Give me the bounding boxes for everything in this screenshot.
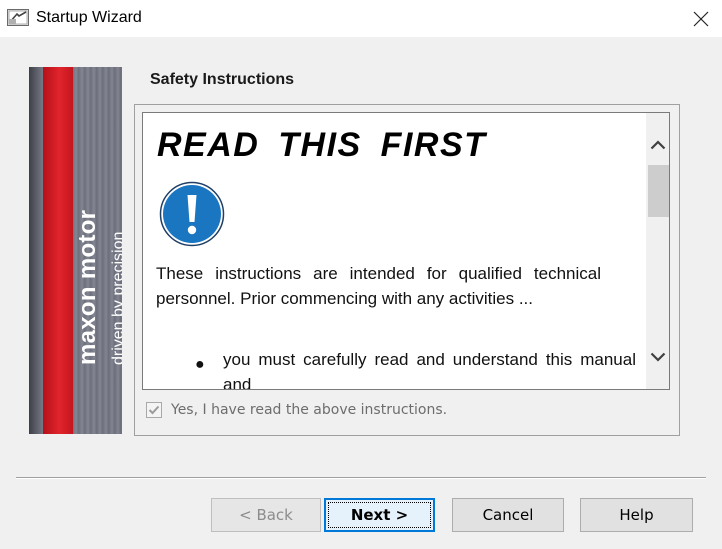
- wizard-app-icon: [7, 9, 29, 26]
- title-bar: Startup Wizard: [0, 0, 722, 37]
- acknowledge-label[interactable]: Yes, I have read the above instructions.: [171, 402, 447, 418]
- back-button[interactable]: < Back: [211, 498, 321, 532]
- instructions-viewer[interactable]: READ THIS FIRST These instructions are i…: [142, 112, 670, 390]
- scroll-down-button[interactable]: [646, 345, 669, 369]
- vertical-scrollbar[interactable]: [646, 113, 669, 389]
- acknowledge-checkbox[interactable]: [146, 402, 162, 418]
- close-icon: [693, 11, 709, 26]
- chevron-up-icon: [650, 140, 666, 150]
- brand-name: maxon motor: [74, 209, 101, 365]
- separator: [16, 477, 706, 479]
- banner-red-band: [43, 67, 73, 434]
- next-button[interactable]: Next >: [324, 498, 435, 532]
- scroll-up-button[interactable]: [646, 133, 669, 157]
- brand-tagline: driven by precision: [110, 231, 122, 365]
- chevron-down-icon: [650, 352, 666, 362]
- checkmark-icon: [148, 405, 160, 415]
- close-button[interactable]: [680, 0, 722, 37]
- help-button[interactable]: Help: [580, 498, 693, 532]
- intro-paragraph: These instructions are intended for qual…: [156, 264, 601, 308]
- bullet-item: you must carefully read and understand t…: [223, 350, 636, 389]
- bullet-icon: ●: [195, 356, 205, 373]
- exclamation-icon: [159, 181, 225, 247]
- window-title: Startup Wizard: [36, 9, 142, 26]
- brand-banner: maxon motor driven by precision: [29, 67, 122, 434]
- instructions-document: READ THIS FIRST These instructions are i…: [143, 113, 646, 389]
- document-title: READ THIS FIRST: [157, 126, 487, 164]
- scroll-thumb[interactable]: [648, 165, 669, 217]
- focus-rectangle: [328, 502, 431, 528]
- cancel-button[interactable]: Cancel: [452, 498, 564, 532]
- page-title: Safety Instructions: [150, 71, 295, 88]
